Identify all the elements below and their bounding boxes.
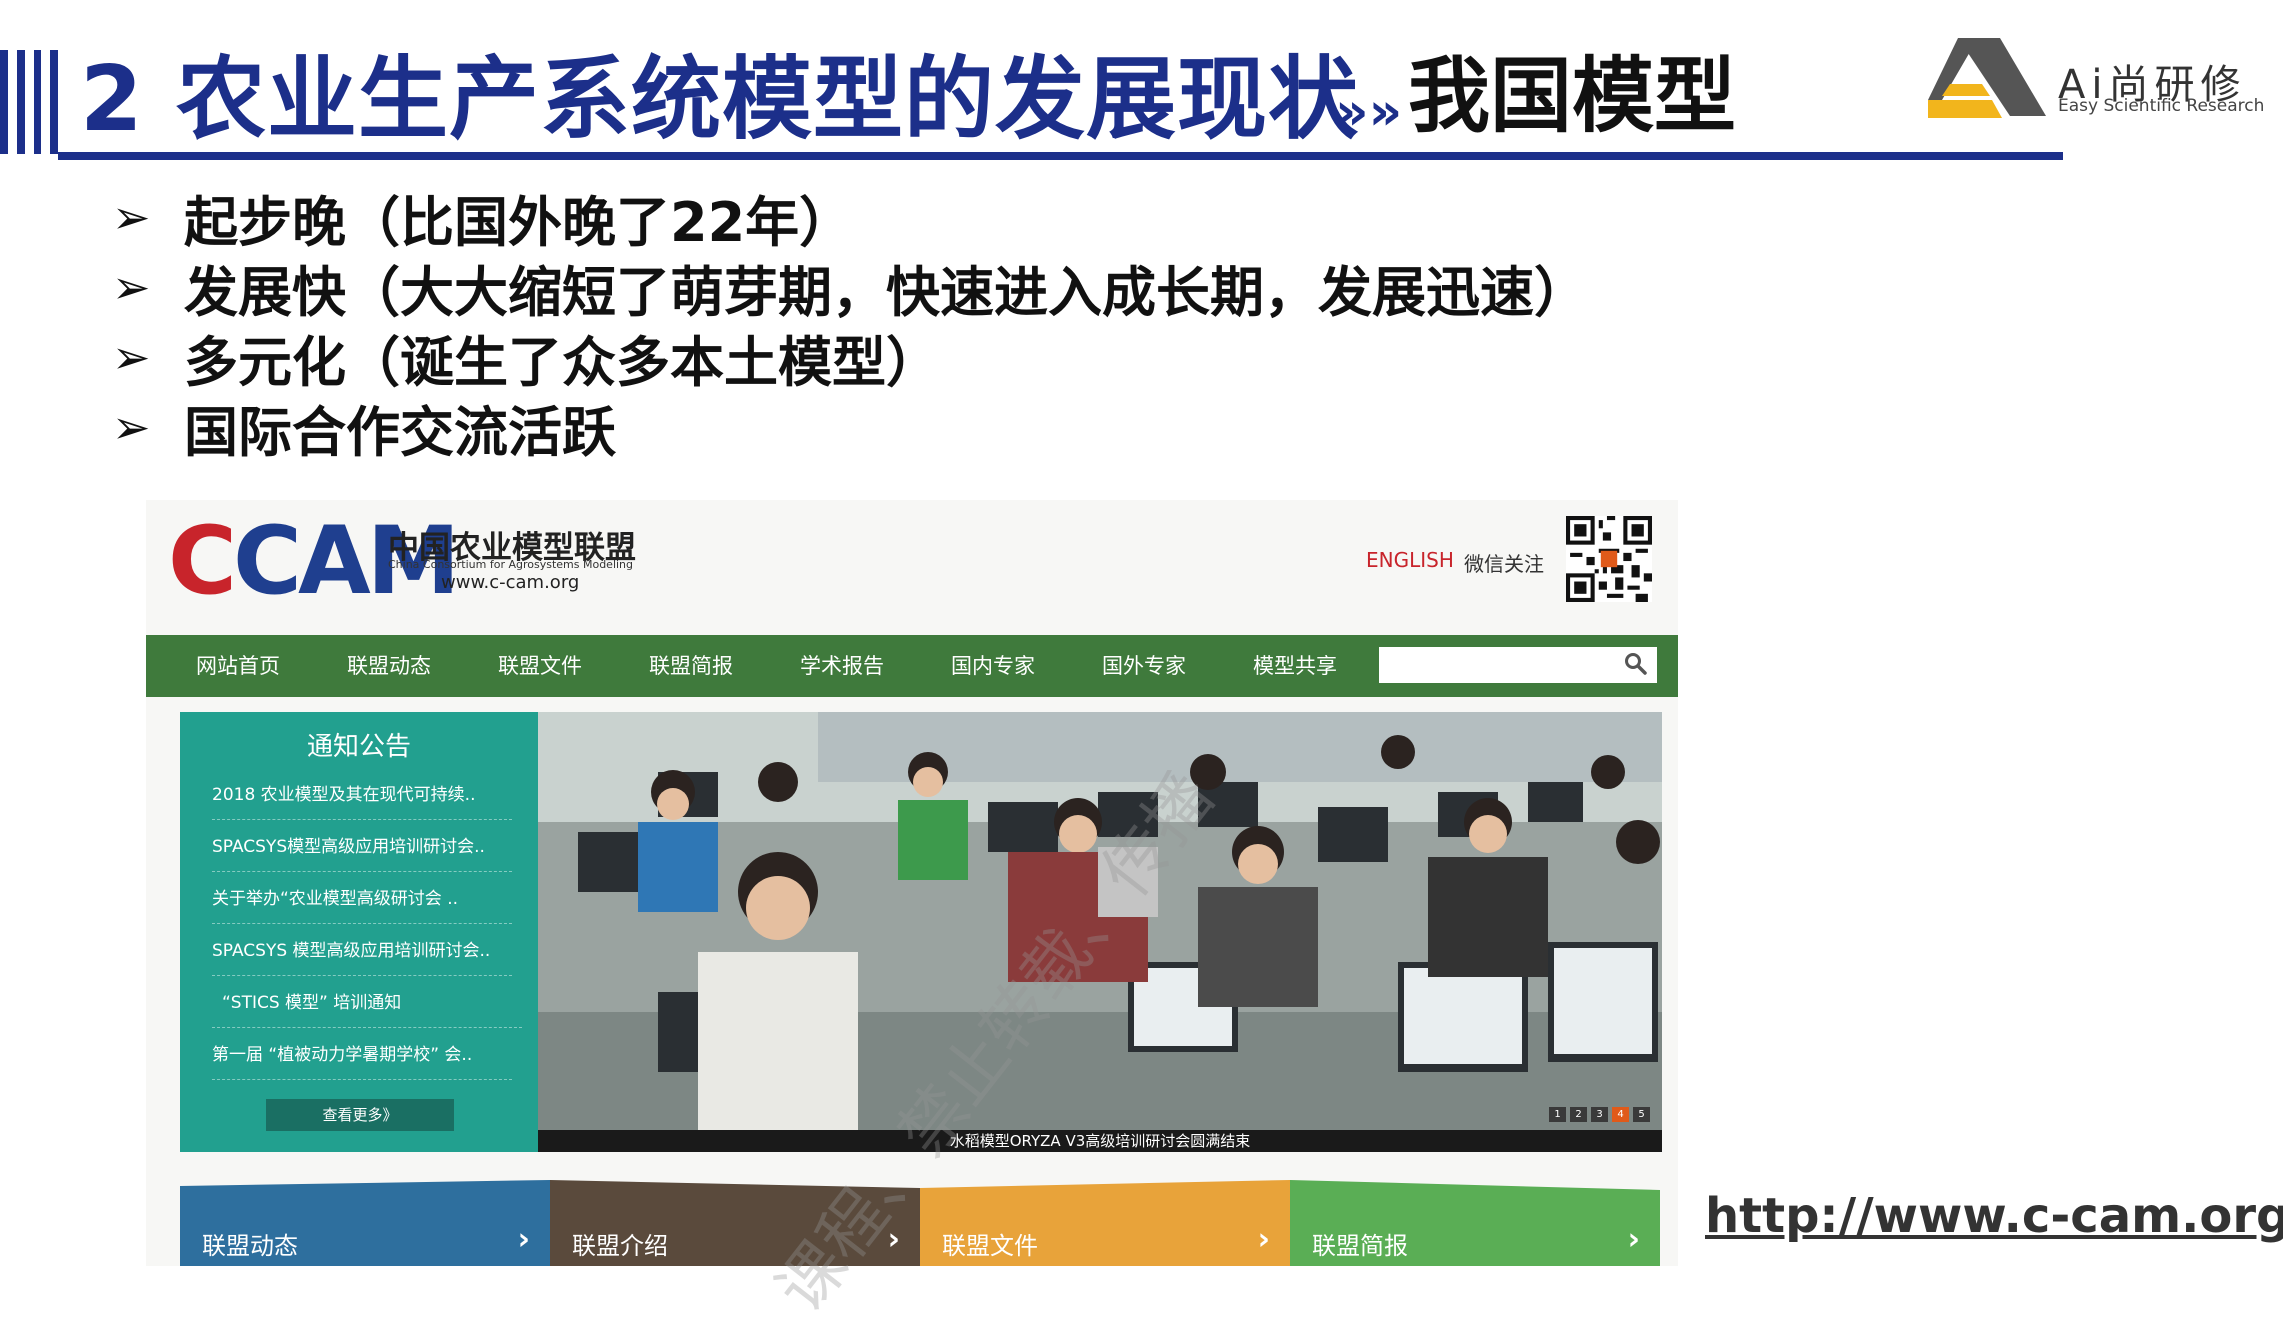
- brand-logo-icon: [1928, 38, 2046, 118]
- notice-item[interactable]: 关于举办“农业模型高级研讨会 ..: [212, 884, 512, 924]
- bullet-list: ➢ 起步晚（比国外晚了22年） ➢ 发展快（大大缩短了萌芽期，快速进入成长期，发展迅…: [112, 182, 1588, 464]
- bullet-item: ➢ 多元化（诞生了众多本土模型）: [112, 330, 940, 394]
- slider-dot[interactable]: 1: [1549, 1107, 1566, 1122]
- chevron-right-icon: ›: [1627, 1222, 1640, 1257]
- notice-item[interactable]: “STICS 模型” 培训通知: [212, 988, 522, 1028]
- chevron-right-icon: ›: [1257, 1222, 1270, 1257]
- website-screenshot: CCAM 中国农业模型联盟 China Consortium for Agros…: [146, 500, 1678, 1266]
- header-underline: [58, 152, 2063, 160]
- title-separator: »»: [1335, 82, 1403, 142]
- tab-bulletin[interactable]: 联盟简报 ›: [1290, 1180, 1660, 1266]
- org-name-english: China Consortium for Agrosystems Modelin…: [388, 558, 634, 571]
- qr-code-icon: [1566, 516, 1652, 602]
- slide-subtitle: 我国模型: [1408, 49, 1737, 144]
- section-tabs: 联盟动态 › 联盟介绍 › 联盟文件 › 联盟简报 ›: [180, 1180, 1660, 1266]
- header-decoration-bars: [0, 50, 58, 154]
- slider-dot[interactable]: 2: [1570, 1107, 1587, 1122]
- slide-title: 2 农业生产系统模型的发展现状: [80, 47, 1359, 152]
- training-room-photo: [538, 712, 1662, 1152]
- search-icon[interactable]: [1623, 651, 1649, 677]
- notice-item[interactable]: 第一届 “植被动力学暑期学校” 会..: [212, 1040, 512, 1080]
- nav-item-bulletin[interactable]: 联盟简报: [649, 635, 733, 697]
- chevron-right-icon: ›: [517, 1222, 530, 1257]
- english-link[interactable]: ENGLISH: [1366, 548, 1454, 572]
- nav-item-foreign-experts[interactable]: 国外专家: [1102, 635, 1186, 697]
- nav-item-documents[interactable]: 联盟文件: [498, 635, 582, 697]
- nav-item-home[interactable]: 网站首页: [196, 635, 280, 697]
- bullet-item: ➢ 国际合作交流活跃: [112, 400, 616, 464]
- arrow-bullet-icon: ➢: [112, 260, 151, 314]
- notice-item[interactable]: SPACSYS模型高级应用培训研讨会..: [212, 832, 512, 872]
- arrow-bullet-icon: ➢: [112, 330, 151, 384]
- slider-pagination: 1 2 3 4 5: [1549, 1107, 1650, 1122]
- banner-caption: 水稻模型ORYZA V3高级培训研讨会圆满结束: [538, 1130, 1662, 1152]
- nav-item-reports[interactable]: 学术报告: [800, 635, 884, 697]
- view-more-button[interactable]: 查看更多》: [266, 1099, 454, 1131]
- brand-tagline: Easy Scientific Research: [2058, 96, 2265, 116]
- nav-item-news[interactable]: 联盟动态: [347, 635, 431, 697]
- slider-dot-active[interactable]: 4: [1612, 1107, 1629, 1122]
- nav-item-model-sharing[interactable]: 模型共享: [1253, 635, 1337, 697]
- notice-title: 通知公告: [306, 732, 411, 762]
- arrow-bullet-icon: ➢: [112, 400, 151, 454]
- org-url: www.c-cam.org: [441, 572, 580, 593]
- website-nav-bar: 网站首页 联盟动态 联盟文件 联盟简报 学术报告 国内专家 国外专家 模型共享: [146, 635, 1678, 697]
- wechat-label: 微信关注: [1464, 552, 1544, 576]
- notice-item[interactable]: SPACSYS 模型高级应用培训研讨会..: [212, 936, 512, 976]
- arrow-bullet-icon: ➢: [112, 190, 151, 244]
- bullet-item: ➢ 起步晚（比国外晚了22年）: [112, 190, 854, 254]
- slider-dot[interactable]: 3: [1591, 1107, 1608, 1122]
- notice-item[interactable]: 2018 农业模型及其在现代可持续..: [212, 780, 512, 820]
- search-input[interactable]: [1379, 647, 1625, 681]
- website-url-link[interactable]: http://www.c-cam.org/: [1705, 1188, 2283, 1244]
- notice-panel: 通知公告 2018 农业模型及其在现代可持续.. SPACSYS模型高级应用培训…: [180, 712, 538, 1152]
- tab-documents[interactable]: 联盟文件 ›: [920, 1180, 1290, 1266]
- search-box: [1379, 647, 1657, 683]
- tab-news[interactable]: 联盟动态 ›: [180, 1180, 550, 1266]
- nav-item-domestic-experts[interactable]: 国内专家: [951, 635, 1035, 697]
- tab-intro[interactable]: 联盟介绍 ›: [550, 1180, 920, 1266]
- bullet-item: ➢ 发展快（大大缩短了萌芽期，快速进入成长期，发展迅速）: [112, 260, 1588, 324]
- banner-photo[interactable]: 水稻模型ORYZA V3高级培训研讨会圆满结束 1 2 3 4 5: [538, 712, 1662, 1152]
- chevron-right-icon: ›: [887, 1222, 900, 1257]
- slider-dot[interactable]: 5: [1633, 1107, 1650, 1122]
